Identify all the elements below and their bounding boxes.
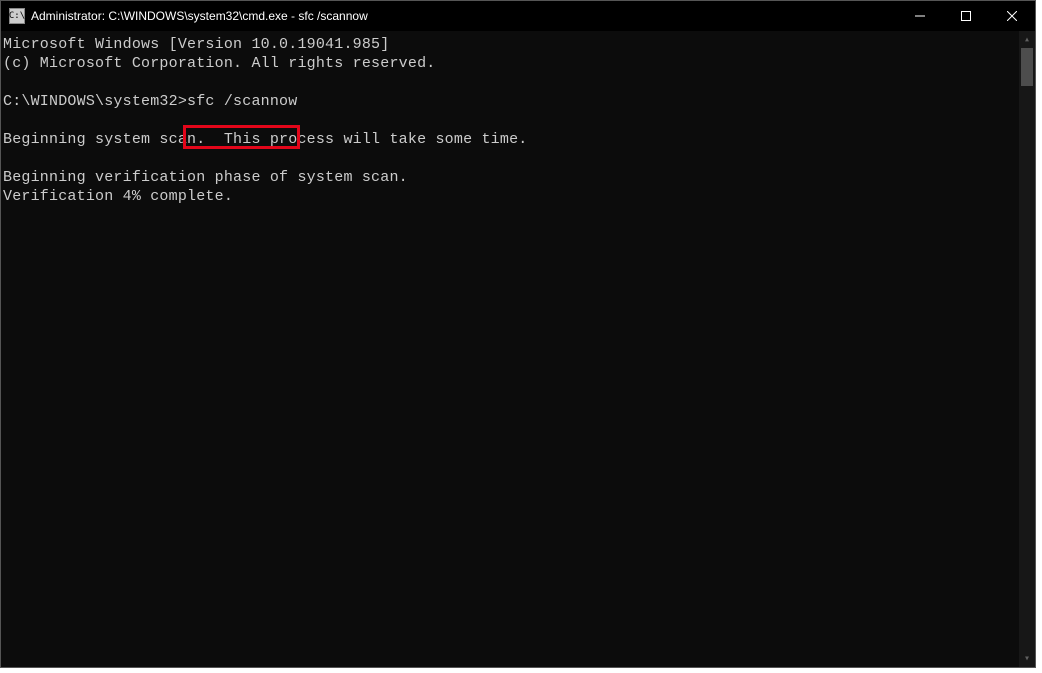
minimize-button[interactable] — [897, 1, 943, 31]
titlebar[interactable]: C:\ Administrator: C:\WINDOWS\system32\c… — [1, 1, 1035, 31]
scroll-up-arrow-icon[interactable]: ▴ — [1019, 31, 1035, 48]
scroll-thumb[interactable] — [1021, 48, 1033, 86]
client-area: Microsoft Windows [Version 10.0.19041.98… — [1, 31, 1035, 667]
close-button[interactable] — [989, 1, 1035, 31]
prompt-prefix: C:\WINDOWS\system32> — [3, 93, 187, 110]
cmd-window: C:\ Administrator: C:\WINDOWS\system32\c… — [0, 0, 1036, 668]
window-title: Administrator: C:\WINDOWS\system32\cmd.e… — [31, 9, 897, 23]
console-output[interactable]: Microsoft Windows [Version 10.0.19041.98… — [1, 31, 1019, 667]
console-line: Beginning verification phase of system s… — [3, 169, 408, 186]
vertical-scrollbar[interactable]: ▴ ▾ — [1019, 31, 1035, 667]
prompt-command: sfc /scannow — [187, 93, 297, 110]
maximize-button[interactable] — [943, 1, 989, 31]
cmd-icon: C:\ — [9, 8, 25, 24]
scroll-down-arrow-icon[interactable]: ▾ — [1019, 650, 1035, 667]
console-line: Microsoft Windows [Version 10.0.19041.98… — [3, 36, 389, 53]
console-line: Beginning system scan. This process will… — [3, 131, 527, 148]
console-line: Verification 4% complete. — [3, 188, 233, 205]
console-line: (c) Microsoft Corporation. All rights re… — [3, 55, 435, 72]
window-controls — [897, 1, 1035, 31]
